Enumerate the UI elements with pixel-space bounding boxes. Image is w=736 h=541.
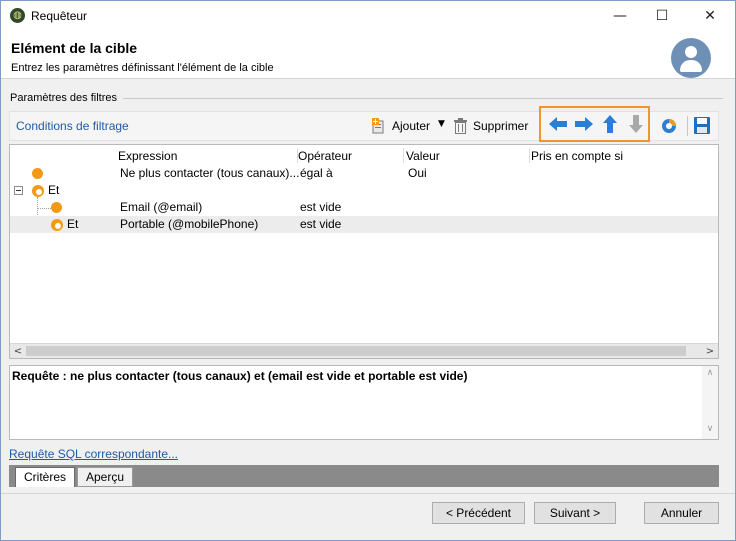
minimize-button[interactable]: — <box>597 1 643 31</box>
table-row[interactable]: Et <box>10 182 718 199</box>
arrow-left-icon[interactable] <box>546 112 570 136</box>
row-expression: Ne plus contacter (tous canaux)... <box>120 166 300 180</box>
tabs-bar: Critères Aperçu <box>9 465 719 487</box>
scroll-down-icon[interactable]: ∨ <box>702 424 718 438</box>
scroll-right-icon[interactable]: > <box>702 344 718 359</box>
row-value: Oui <box>408 166 427 180</box>
row-operator: est vide <box>300 200 342 214</box>
wizard-header: Elément de la cible Entrez les paramètre… <box>1 31 735 79</box>
condition-node-icon <box>32 168 43 179</box>
arrow-down-icon[interactable] <box>624 112 648 136</box>
requeteur-window: ◍ Requêteur — ☐ ✕ Elément de la cible En… <box>0 0 736 541</box>
table-row[interactable]: Email (@email) est vide <box>10 199 718 216</box>
row-operator: est vide <box>300 217 342 231</box>
arrow-right-icon[interactable] <box>572 112 596 136</box>
scroll-left-icon[interactable]: < <box>10 344 26 359</box>
column-header-value[interactable]: Valeur <box>406 149 440 163</box>
column-divider <box>529 148 530 163</box>
user-icon <box>671 38 711 78</box>
and-group-icon <box>51 219 63 231</box>
filter-grid: Expression Opérateur Valeur Pris en comp… <box>9 144 719 359</box>
maximize-button[interactable]: ☐ <box>639 1 685 31</box>
collapse-toggle-icon[interactable] <box>14 186 23 195</box>
move-arrows-group <box>539 106 650 142</box>
filter-toolbar: Conditions de filtrage Ajouter ▼ Supprim… <box>9 106 719 142</box>
tab-preview[interactable]: Aperçu <box>77 467 134 487</box>
add-dropdown-caret-icon[interactable]: ▼ <box>438 119 445 129</box>
title-bar: ◍ Requêteur — ☐ ✕ <box>1 1 735 31</box>
save-icon[interactable] <box>694 117 710 134</box>
cancel-button[interactable]: Annuler <box>644 502 719 524</box>
and-group-icon <box>32 185 44 197</box>
sql-query-link[interactable]: Requête SQL correspondante... <box>9 447 178 461</box>
query-summary-text: Requête : ne plus contacter (tous canaux… <box>12 369 468 383</box>
page-title: Elément de la cible <box>11 40 138 56</box>
delete-button[interactable]: Supprimer <box>473 119 528 133</box>
vertical-scrollbar[interactable]: ∧ ∨ <box>702 366 718 439</box>
page-subtitle: Entrez les paramètres définissant l'élém… <box>11 62 274 74</box>
column-header-expression[interactable]: Expression <box>118 149 177 163</box>
next-button[interactable]: Suivant > <box>534 502 616 524</box>
trash-icon[interactable] <box>454 118 467 134</box>
condition-node-icon <box>51 202 62 213</box>
arrow-up-icon[interactable] <box>598 112 622 136</box>
app-icon: ◍ <box>10 8 25 23</box>
add-button[interactable]: Ajouter <box>392 119 430 133</box>
scrollbar-thumb[interactable] <box>26 346 686 356</box>
horizontal-scrollbar[interactable]: < > <box>10 343 718 358</box>
group-divider <box>123 98 723 99</box>
filter-parameters-label: Paramètres des filtres <box>10 92 121 104</box>
previous-button[interactable]: < Précédent <box>432 502 525 524</box>
row-expression: Email (@email) <box>120 200 203 214</box>
scroll-up-icon[interactable]: ∧ <box>702 368 718 382</box>
column-divider <box>403 148 404 163</box>
tab-criteria[interactable]: Critères <box>15 467 76 487</box>
window-title: Requêteur <box>31 9 88 23</box>
column-header-operator[interactable]: Opérateur <box>298 149 352 163</box>
add-icon[interactable] <box>372 118 386 134</box>
row-prefix: Et <box>67 217 79 231</box>
close-button[interactable]: ✕ <box>687 1 733 31</box>
query-summary-box: Requête : ne plus contacter (tous canaux… <box>9 365 719 440</box>
table-row[interactable]: Et Portable (@mobilePhone) est vide <box>10 216 718 233</box>
table-row[interactable]: Ne plus contacter (tous canaux)... égal … <box>10 165 718 182</box>
filter-conditions-link[interactable]: Conditions de filtrage <box>16 119 129 133</box>
row-expression: Portable (@mobilePhone) <box>120 217 259 231</box>
footer-divider <box>1 493 735 494</box>
toolbar-separator <box>687 116 688 136</box>
row-prefix: Et <box>48 183 60 197</box>
column-header-condition[interactable]: Pris en compte si <box>531 149 623 163</box>
row-operator: égal à <box>300 166 333 180</box>
pie-chart-icon[interactable] <box>661 118 677 134</box>
